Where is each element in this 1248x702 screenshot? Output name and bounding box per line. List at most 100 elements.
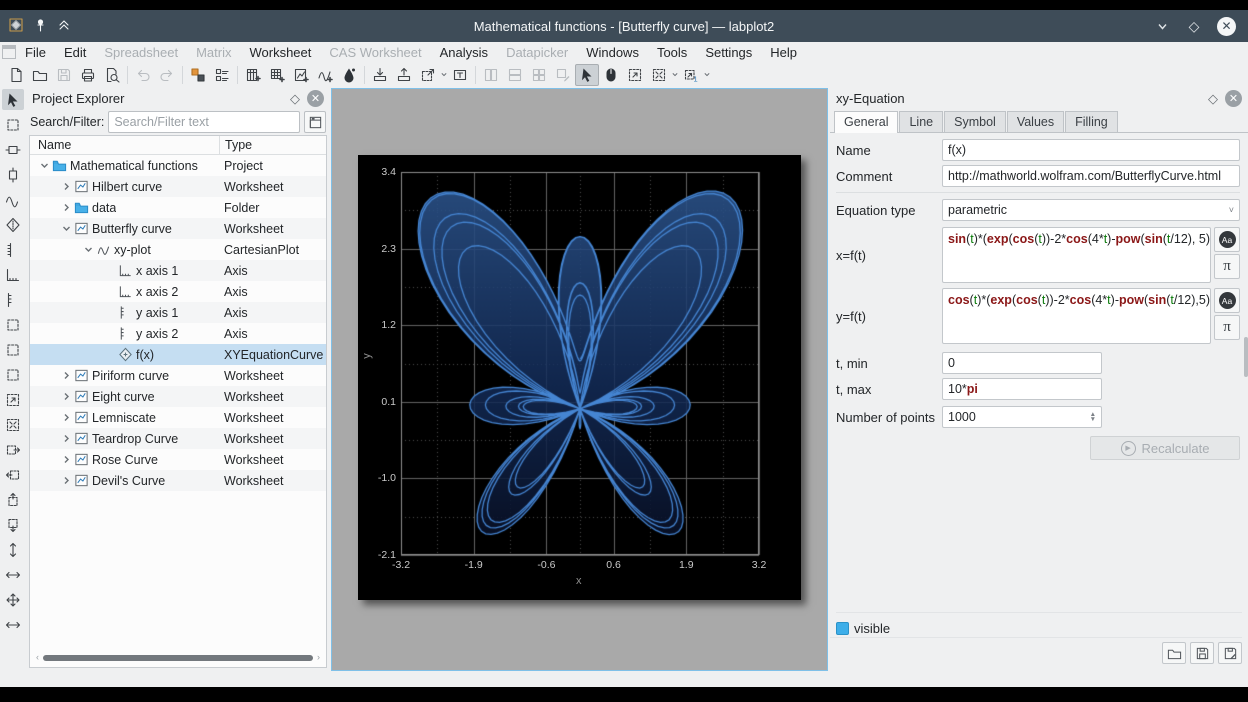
expander-icon[interactable] [82,244,94,256]
tree-row-teardrop-curve[interactable]: Teardrop CurveWorksheet [30,428,326,449]
column-name[interactable]: Name [30,136,71,154]
zoom-fit-button[interactable] [647,64,671,86]
zoom-out-region-tool[interactable] [2,339,24,360]
extend-range-tool[interactable] [2,614,24,635]
menu-tools[interactable]: Tools [648,45,696,60]
shift-down-y-tool[interactable] [2,514,24,535]
zoom-fit-region-tool[interactable] [2,364,24,385]
tree-row-lemniscate[interactable]: LemniscateWorksheet [30,407,326,428]
tree-row-x-axis-2[interactable]: x axis 2Axis [30,281,326,302]
menu-edit[interactable]: Edit [55,45,95,60]
expander-icon[interactable] [60,454,72,466]
chevron-down-icon[interactable] [703,64,711,86]
print-button[interactable] [76,64,100,86]
tree-row-x-axis-1[interactable]: x axis 1Axis [30,260,326,281]
comment-field[interactable]: http://mathworld.wolfram.com/ButterflyCu… [942,165,1240,187]
print-preview-button[interactable] [100,64,124,86]
maximize-button[interactable]: ◇ [1185,17,1203,35]
new-folder-button[interactable] [210,64,234,86]
tree-row-eight-curve[interactable]: Eight curveWorksheet [30,386,326,407]
zoom-fit-selection-tool[interactable] [2,414,24,435]
dock-scrollbar[interactable] [1244,337,1248,377]
horizontal-scrollbar[interactable]: ‹ › [36,654,320,661]
close-button[interactable]: ✕ [1217,17,1236,36]
minimize-button[interactable] [1153,17,1171,35]
points-spinbox[interactable]: 1000 ▲▼ [942,406,1102,428]
tree-row-hilbert-curve[interactable]: Hilbert curveWorksheet [30,176,326,197]
y-equation-field[interactable]: cos(t)*(exp(cos(t))-2*cos(4*t)-pow(sin(t… [942,288,1211,344]
tab-symbol[interactable]: Symbol [944,111,1006,132]
tree-row-butterfly-curve[interactable]: Butterfly curveWorksheet [30,218,326,239]
float-dock-icon[interactable]: ◇ [290,91,300,107]
load-template-button[interactable] [1162,642,1186,664]
scroll-right-arrow[interactable]: › [317,654,320,661]
name-field[interactable]: f(x) [942,139,1240,161]
import-button[interactable] [368,64,392,86]
menu-help[interactable]: Help [761,45,806,60]
chevron-down-icon[interactable] [440,64,448,86]
shift-right-x-tool[interactable] [2,439,24,460]
spin-arrows-icon[interactable]: ▲▼ [1090,412,1096,422]
new-worksheet-button[interactable] [289,64,313,86]
shade-icon[interactable] [56,17,72,36]
search-input[interactable]: Search/Filter text [108,111,300,133]
tree-row-devil-s-curve[interactable]: Devil's CurveWorksheet [30,470,326,491]
tab-values[interactable]: Values [1007,111,1064,132]
add-y-axis-tool[interactable] [2,289,24,310]
scroll-left-arrow[interactable]: ‹ [36,654,39,661]
add-equation-curve-tool[interactable] [2,214,24,235]
worksheet-view[interactable]: 3.42.31.20.1-1.0-2.1-3.2-1.9-0.60.61.93.… [331,88,828,671]
x-equation-field[interactable]: sin(t)*(exp(cos(t))-2*cos(4*t)-pow(sin(t… [942,227,1211,283]
tree-row-piriform-curve[interactable]: Piriform curveWorksheet [30,365,326,386]
menu-file[interactable]: File [16,45,55,60]
tree-row-y-axis-2[interactable]: y axis 2Axis [30,323,326,344]
scrollbar-thumb[interactable] [43,655,313,661]
new-datapicker-button[interactable] [337,64,361,86]
expander-icon[interactable] [60,223,72,235]
tmin-field[interactable]: 0 [942,352,1102,374]
insert-constant-button[interactable]: π [1214,315,1240,340]
expander-icon[interactable] [60,391,72,403]
new-live-data-button[interactable] [416,64,440,86]
new-plot-button[interactable] [313,64,337,86]
menu-analysis[interactable]: Analysis [431,45,497,60]
navigate-mode-button[interactable] [599,64,623,86]
tab-filling[interactable]: Filling [1065,111,1118,132]
column-type[interactable]: Type [219,136,252,154]
auto-scale-all-tool[interactable] [2,589,24,610]
auto-scale-y-tool[interactable] [2,539,24,560]
equation-type-select[interactable]: parametric ˅ [942,199,1240,221]
shift-up-y-tool[interactable] [2,489,24,510]
menubar-corner-icon[interactable] [2,45,16,59]
add-x-axis-tool[interactable] [2,264,24,285]
zoom-select-tool[interactable] [2,389,24,410]
visible-checkbox[interactable] [836,622,849,635]
presenter-mode-button[interactable]: 1 [679,64,703,86]
export-button[interactable] [392,64,416,86]
tmax-field[interactable]: 10*pi [942,378,1102,400]
new-matrix-button[interactable] [265,64,289,86]
recalculate-button[interactable]: ▶ Recalculate [1090,436,1240,460]
menu-worksheet[interactable]: Worksheet [240,45,320,60]
insert-function-button[interactable]: Aa [1214,227,1240,252]
menu-settings[interactable]: Settings [696,45,761,60]
insert-function-button[interactable]: Aa [1214,288,1240,313]
plot-canvas[interactable] [358,155,801,600]
tree-row-f-x-[interactable]: f(x)XYEquationCurve [30,344,326,365]
save-template-button[interactable] [1190,642,1214,664]
open-project-button[interactable] [28,64,52,86]
menu-windows[interactable]: Windows [577,45,648,60]
add-xy-curve-tool[interactable] [2,189,24,210]
new-workbook-button[interactable] [186,64,210,86]
float-dock-icon[interactable]: ◇ [1208,91,1218,107]
scale-y-region-tool[interactable] [2,164,24,185]
chevron-down-icon[interactable] [671,64,679,86]
close-dock-icon[interactable]: ✕ [1225,90,1242,107]
worksheet-page[interactable]: 3.42.31.20.1-1.0-2.1-3.2-1.9-0.60.61.93.… [358,155,801,600]
tab-line[interactable]: Line [899,111,943,132]
tree-row-rose-curve[interactable]: Rose CurveWorksheet [30,449,326,470]
text-label-button[interactable] [448,64,472,86]
add-axis-tool[interactable] [2,239,24,260]
tree-row-xy-plot[interactable]: xy-plotCartesianPlot [30,239,326,260]
expander-icon[interactable] [60,412,72,424]
